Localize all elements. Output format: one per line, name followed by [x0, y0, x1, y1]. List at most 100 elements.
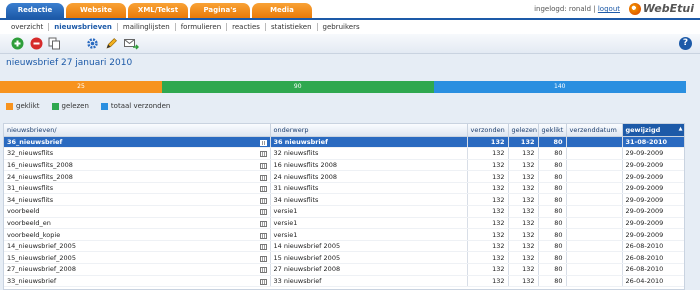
calendar-icon[interactable] — [259, 267, 267, 274]
cell-onderwerp: versie1 — [270, 217, 468, 230]
col-onderwerp[interactable]: onderwerp — [270, 124, 468, 137]
cell-verzonden-text: 132 — [492, 172, 505, 181]
cell-verzenddatum — [566, 228, 623, 241]
col-verzonden[interactable]: verzonden — [467, 124, 509, 137]
table-row[interactable]: voorbeeld_kopie versie1 132 132 80 29-09-2009 — [4, 228, 684, 241]
calendar-icon[interactable] — [259, 197, 267, 204]
cell-gelezen: 132 — [508, 205, 539, 218]
cell-geklikt-text: 80 — [554, 230, 563, 239]
legend-swatch-gelezen — [51, 102, 59, 110]
cell-onderwerp: 34 nieuwsflits — [270, 193, 468, 207]
table-row[interactable]: voorbeeld_en versie1 132 132 80 29-09-2009 — [4, 217, 684, 230]
cell-geklikt: 80 — [538, 275, 567, 288]
table-row[interactable]: 24_nieuwsflits_2008 24 nieuwsflits 2008 13… — [4, 170, 684, 183]
cell-verzenddatum — [566, 263, 623, 276]
col-gelezen[interactable]: gelezen — [508, 124, 539, 137]
table-row[interactable]: 36_nieuwsbrief 36 nieuwsbrief 132 132 80 31-0… — [4, 136, 684, 149]
cell-gewijzigd-text: 29-09-2009 — [625, 149, 664, 158]
cell-gelezen: 132 — [508, 136, 539, 149]
cell-geklikt-text: 80 — [554, 195, 563, 204]
send-mail-icon[interactable] — [124, 37, 139, 50]
add-icon[interactable] — [11, 37, 24, 50]
cell-naam: voorbeeld_kopie — [4, 228, 271, 241]
cell-naam: 24_nieuwsflits_2008 — [4, 170, 271, 183]
separator: | — [593, 5, 596, 13]
table-row[interactable]: 31_nieuwsflits 31 nieuwsflits 132 132 80 29-0… — [4, 182, 684, 195]
cell-geklikt: 80 — [538, 193, 567, 207]
cell-onderwerp: 32 nieuwsflits — [270, 147, 468, 160]
calendar-icon[interactable] — [259, 139, 267, 146]
calendar-icon[interactable] — [259, 232, 267, 239]
edit-icon[interactable] — [105, 37, 118, 50]
subnav-mailinglijsten[interactable]: mailinglijsten — [118, 23, 176, 31]
tab-redactie[interactable]: Redactie — [6, 3, 64, 18]
cell-gewijzigd: 26-08-2010 — [622, 263, 684, 276]
calendar-icon[interactable] — [259, 151, 267, 158]
table-row[interactable]: 33_nieuwsbrief 33 nieuwsbrief 132 132 80 26-0… — [4, 275, 684, 288]
cell-verzenddatum — [566, 136, 623, 149]
user-info: ingelogd: ronald | logout — [534, 5, 620, 13]
cell-verzenddatum — [566, 240, 623, 253]
top-bar: Redactie Website XML/Tekst Pagina's Medi… — [0, 0, 700, 18]
subnav-nieuwsbrieven[interactable]: nieuwsbrieven — [49, 23, 118, 31]
cell-naam: 14_nieuwsbrief_2005 — [4, 240, 271, 253]
copy-icon[interactable] — [48, 37, 61, 50]
calendar-icon[interactable] — [259, 255, 267, 262]
settings-icon[interactable] — [86, 37, 99, 50]
cell-onderwerp-text: 15 nieuwsbrief 2005 — [273, 253, 341, 262]
cell-gewijzigd: 31-08-2010 — [622, 136, 684, 149]
cell-gelezen-text: 132 — [522, 172, 535, 181]
col-verzenddatum[interactable]: verzenddatum — [566, 124, 623, 137]
cell-verzonden-text: 132 — [492, 276, 505, 285]
cell-gelezen: 132 — [508, 228, 539, 241]
tab-media[interactable]: Media — [252, 3, 312, 18]
subnav-gebruikers[interactable]: gebruikers — [318, 23, 365, 31]
cell-gewijzigd-text: 26-04-2010 — [625, 276, 664, 285]
cell-gewijzigd: 29-09-2009 — [622, 193, 684, 207]
delete-icon[interactable] — [30, 37, 43, 50]
table-row[interactable]: 27_nieuwsbrief_2008 27 nieuwsbrief 2008 13… — [4, 263, 684, 276]
tab-website[interactable]: Website — [66, 3, 126, 18]
cell-geklikt-text: 80 — [554, 276, 563, 285]
table-row[interactable]: 16_nieuwsflits_2008 16 nieuwsflits 2008 13… — [4, 159, 684, 172]
cell-verzonden-text: 132 — [492, 253, 505, 262]
col-gewijzigd[interactable]: gewijzigd ▲ — [622, 124, 684, 137]
cell-gewijzigd-text: 29-09-2009 — [625, 172, 664, 181]
calendar-icon[interactable] — [259, 174, 267, 181]
table-row[interactable]: 34_nieuwsflits 34 nieuwsflits 132 132 80 29-0… — [4, 193, 684, 207]
subnav-reacties[interactable]: reacties — [227, 23, 266, 31]
tab-xml-tekst[interactable]: XML/Tekst — [128, 3, 188, 18]
cell-gelezen: 132 — [508, 263, 539, 276]
cell-verzonden: 132 — [467, 205, 509, 218]
tab-paginas[interactable]: Pagina's — [190, 3, 250, 18]
cell-onderwerp: versie1 — [270, 228, 468, 241]
col-nieuwsbrieven[interactable]: nieuwsbrieven/ — [4, 124, 271, 137]
calendar-icon[interactable] — [259, 278, 267, 285]
calendar-icon[interactable] — [259, 220, 267, 227]
calendar-icon[interactable] — [259, 162, 267, 169]
help-icon[interactable]: ? — [679, 37, 692, 50]
cell-geklikt: 80 — [538, 240, 567, 253]
col-geklikt[interactable]: geklikt — [538, 124, 567, 137]
cell-naam: voorbeeld — [4, 205, 271, 218]
cell-naam: 31_nieuwsflits — [4, 182, 271, 195]
cell-onderwerp-text: versie1 — [273, 207, 298, 216]
cell-onderwerp: 15 nieuwsbrief 2005 — [270, 251, 468, 265]
cell-gelezen-text: 132 — [522, 230, 535, 239]
subnav-overzicht[interactable]: overzicht — [6, 23, 50, 31]
calendar-icon[interactable] — [259, 186, 267, 193]
logout-link[interactable]: logout — [598, 5, 620, 13]
table-row[interactable]: 15_nieuwsbrief_2005 15 nieuwsbrief 2005 13… — [4, 251, 684, 265]
cell-gewijzigd: 29-09-2009 — [622, 217, 684, 230]
cell-naam: 34_nieuwsflits — [4, 193, 271, 207]
cell-verzonden-text: 132 — [492, 160, 505, 169]
calendar-icon[interactable] — [259, 244, 267, 251]
cell-onderwerp-text: 14 nieuwsbrief 2005 — [273, 242, 341, 251]
subnav-statistieken[interactable]: statistieken — [266, 23, 318, 31]
table-row[interactable]: 32_nieuwsflits 32 nieuwsflits 132 132 80 29-0… — [4, 147, 684, 160]
calendar-icon[interactable] — [259, 209, 267, 216]
cell-onderwerp: 36 nieuwsbrief — [270, 136, 468, 149]
table-row[interactable]: voorbeeld versie1 132 132 80 29-09-2009 — [4, 205, 684, 218]
table-row[interactable]: 14_nieuwsbrief_2005 14 nieuwsbrief 2005 13… — [4, 240, 684, 253]
subnav-formulieren[interactable]: formulieren — [176, 23, 228, 31]
